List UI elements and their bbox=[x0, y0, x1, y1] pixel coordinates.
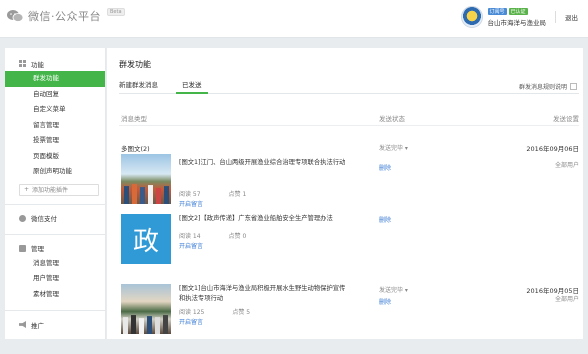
people-photo-icon bbox=[124, 183, 169, 204]
rules-label: 群发消息规则说明 bbox=[518, 84, 567, 91]
sidebar-item-comments[interactable]: 留言管理 bbox=[5, 118, 105, 134]
like-count: 点赞 1 bbox=[228, 191, 247, 198]
subscription-badge: 订阅号 bbox=[487, 7, 507, 15]
main-panel: 群发功能 新建群发消息 已发送 群发消息规则说明 消息类型 发送状态 发送设置 … bbox=[107, 48, 583, 339]
article-stats: 阅读 14 点赞 0 bbox=[179, 231, 246, 240]
article-thumbnail[interactable] bbox=[121, 284, 171, 334]
sidebar: 功能 群发功能 自动回复 自定义菜单 留言管理 投票管理 页面模版 原创声明功能… bbox=[5, 48, 106, 339]
sidebar-section-label: 微信支付 bbox=[31, 215, 57, 223]
add-plugin-label: 添加功能插件 bbox=[32, 187, 69, 194]
sidebar-section-promotion: 推广 bbox=[5, 317, 105, 332]
delete-link[interactable]: 删除 bbox=[379, 215, 391, 224]
avatar[interactable] bbox=[460, 6, 483, 28]
list-item: [图文1]台山市海洋与渔业局积极开展水生野生动物保护宣传和执法专项行动 阅读 1… bbox=[119, 284, 579, 354]
page-title: 群发功能 bbox=[119, 60, 151, 69]
read-count: 阅读 14 bbox=[179, 233, 201, 240]
message-group: 多图文(2) 发送完毕 ▾ 2016年09月06日 [图文1]江门、台山两级开展… bbox=[119, 140, 579, 272]
sidebar-section-wechat-pay[interactable]: 微信支付 bbox=[5, 211, 105, 226]
sidebar-section-label: 推广 bbox=[31, 321, 44, 330]
beta-badge: Beta bbox=[107, 8, 125, 16]
delete-link[interactable]: 删除 bbox=[379, 297, 391, 306]
tab-bar: 新建群发消息 已发送 bbox=[119, 80, 579, 94]
divider bbox=[555, 11, 556, 23]
wechat-icon bbox=[7, 10, 24, 22]
like-count: 点赞 0 bbox=[228, 233, 247, 240]
logout-link[interactable]: 退出 bbox=[565, 12, 578, 22]
sidebar-section-manage: 管理 bbox=[5, 241, 105, 256]
sidebar-section-function: 功能 bbox=[5, 56, 105, 71]
sidebar-section-label: 管理 bbox=[31, 245, 44, 253]
list-item: [图文1]江门、台山两级开展渔业综合治理专项联合执法行动 阅读 57 点赞 1 … bbox=[119, 152, 579, 212]
group-header: 多图文(2) 发送完毕 ▾ 2016年09月06日 bbox=[119, 140, 579, 153]
sidebar-item-custom-menu[interactable]: 自定义菜单 bbox=[5, 102, 105, 118]
sidebar-item-templates[interactable]: 页面模版 bbox=[5, 149, 105, 165]
message-group: 发送完毕 ▾ 2016年09月05日 [图文1]台山市海洋与渔业局积极开展水生野… bbox=[119, 282, 579, 354]
article-thumbnail[interactable]: 政 bbox=[121, 214, 171, 264]
divider bbox=[5, 233, 105, 235]
open-comments-link[interactable]: 开启留言 bbox=[179, 199, 203, 208]
like-count: 点赞 5 bbox=[232, 309, 251, 316]
read-count: 阅读 57 bbox=[179, 191, 201, 198]
article-title[interactable]: [图文2]【政声传递】广东省渔业船舶安全生产管理办法 bbox=[179, 214, 349, 224]
send-status-dropdown[interactable]: 发送完毕 ▾ bbox=[379, 285, 408, 294]
logo-text: 微信·公众平台 bbox=[28, 10, 101, 23]
sidebar-item-materials[interactable]: 素材管理 bbox=[5, 287, 105, 303]
sidebar-item-mass-send[interactable]: 群发功能 bbox=[5, 71, 105, 87]
list-item: 政 [图文2]【政声传递】广东省渔业船舶安全生产管理办法 阅读 14 点赞 0 … bbox=[119, 212, 579, 272]
add-plugin-button[interactable]: + 添加功能插件 bbox=[19, 183, 99, 196]
sidebar-section-label: 功能 bbox=[31, 60, 44, 69]
sidebar-item-votes[interactable]: 投票管理 bbox=[5, 133, 105, 149]
send-status-dropdown[interactable]: 发送完毕 ▾ bbox=[379, 143, 408, 152]
top-bar: 微信·公众平台 Beta 订阅号 已认证 台山市海洋与渔业局 退出 bbox=[0, 0, 588, 38]
plus-icon: + bbox=[24, 186, 30, 193]
divider bbox=[5, 310, 105, 311]
column-status: 发送状态 bbox=[379, 115, 405, 123]
read-count: 阅读 125 bbox=[179, 309, 205, 316]
sidebar-item-messages[interactable]: 消息管理 bbox=[5, 256, 105, 272]
open-comments-link[interactable]: 开启留言 bbox=[179, 317, 203, 326]
column-type: 消息类型 bbox=[121, 115, 147, 123]
people-photo-icon bbox=[123, 314, 168, 334]
open-comments-link[interactable]: 开启留言 bbox=[179, 241, 203, 250]
sidebar-item-original[interactable]: 原创声明功能 bbox=[5, 164, 105, 180]
megaphone-icon bbox=[19, 321, 26, 328]
wallet-icon bbox=[19, 214, 26, 222]
wechat-logo[interactable]: 微信·公众平台 Beta bbox=[6, 8, 125, 24]
verified-badge: 已认证 bbox=[508, 7, 528, 15]
article-thumbnail[interactable] bbox=[121, 154, 171, 204]
audience-label: 全部用户 bbox=[554, 162, 579, 169]
article-stats: 阅读 57 点赞 1 bbox=[179, 189, 246, 198]
delete-link[interactable]: 删除 bbox=[379, 163, 391, 172]
sidebar-item-auto-reply[interactable]: 自动回复 bbox=[5, 87, 105, 103]
account-area: 订阅号 已认证 台山市海洋与渔业局 退出 bbox=[460, 6, 578, 28]
article-title[interactable]: [图文1]台山市海洋与渔业局积极开展水生野生动物保护宣传和执法专项行动 bbox=[179, 284, 349, 304]
grid-icon bbox=[19, 60, 26, 67]
sidebar-item-users[interactable]: 用户管理 bbox=[5, 271, 105, 287]
column-settings: 发送设置 bbox=[553, 115, 579, 123]
article-stats: 阅读 125 点赞 5 bbox=[179, 307, 250, 316]
account-name[interactable]: 台山市海洋与渔业局 bbox=[488, 17, 547, 27]
table-header: 消息类型 发送状态 发送设置 bbox=[119, 110, 579, 126]
tab-sent[interactable]: 已发送 bbox=[176, 80, 208, 94]
tab-new-mass-message[interactable]: 新建群发消息 bbox=[119, 80, 166, 94]
rules-checkbox[interactable] bbox=[570, 83, 577, 90]
article-title[interactable]: [图文1]江门、台山两级开展渔业综合治理专项联合执法行动 bbox=[179, 158, 349, 168]
divider bbox=[5, 203, 105, 205]
manage-icon bbox=[19, 244, 26, 252]
rules-link[interactable]: 群发消息规则说明 bbox=[519, 82, 577, 91]
audience-label: 全部用户 bbox=[554, 296, 579, 303]
